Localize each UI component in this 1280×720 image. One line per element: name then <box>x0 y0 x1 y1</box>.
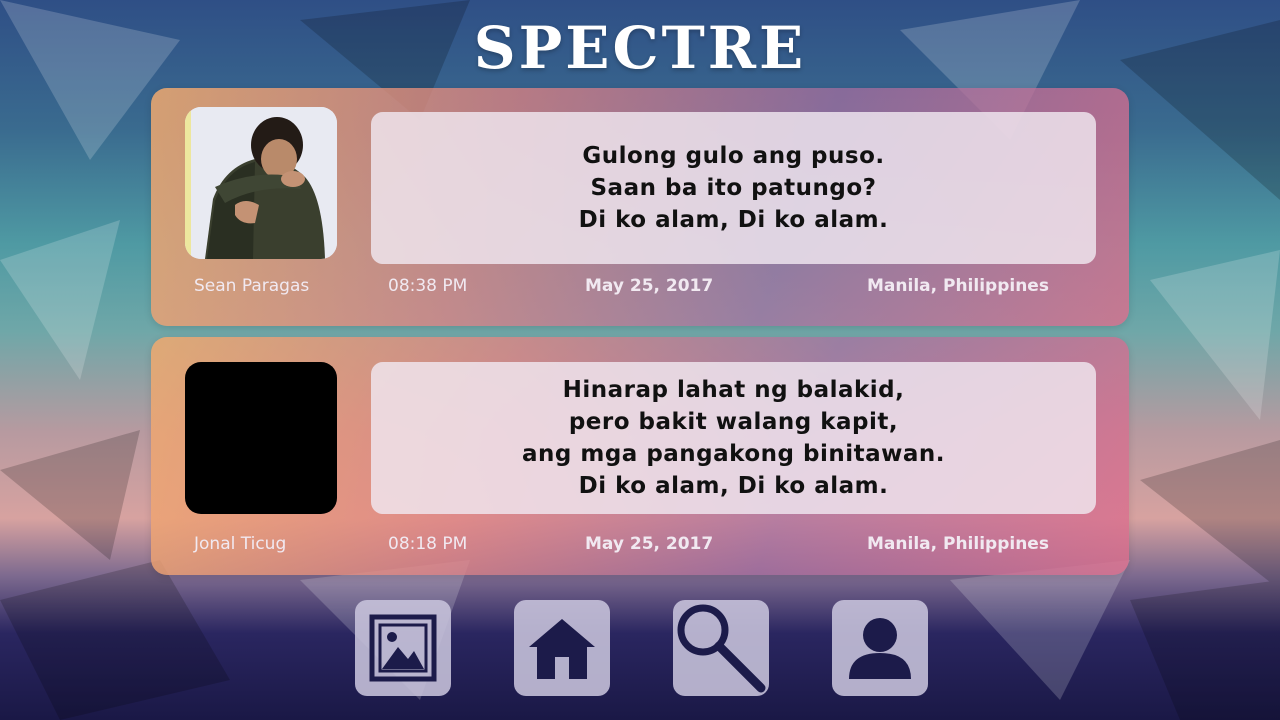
home-button[interactable] <box>514 600 610 696</box>
message-line: Di ko alam, Di ko alam. <box>578 207 889 233</box>
post-time: 08:18 PM <box>388 534 468 554</box>
message-line: Di ko alam, Di ko alam. <box>578 473 889 499</box>
message-line: pero bakit walang kapit, <box>568 409 899 435</box>
post-author[interactable]: Sean Paragas <box>194 276 309 296</box>
bottom-nav <box>0 600 1280 696</box>
post-date: May 25, 2017 <box>585 276 714 296</box>
avatar-photo-image <box>185 107 337 259</box>
app-title: SPECTRE <box>473 14 807 82</box>
home-icon <box>529 619 595 679</box>
message-bubble: Hinarap lahat ng balakid, pero bakit wal… <box>371 362 1096 514</box>
post-time: 08:38 PM <box>388 276 468 296</box>
message-line: Hinarap lahat ng balakid, <box>562 377 905 403</box>
post-card[interactable]: Gulong gulo ang puso. Saan ba ito patung… <box>151 88 1129 326</box>
search-icon <box>677 604 766 693</box>
post-card[interactable]: Hinarap lahat ng balakid, pero bakit wal… <box>151 337 1129 575</box>
image-gallery-icon <box>369 614 437 682</box>
post-location: Manila, Philippines <box>867 534 1049 554</box>
avatar[interactable] <box>185 107 337 259</box>
profile-icon <box>849 618 911 679</box>
message-line: Gulong gulo ang puso. <box>582 143 885 169</box>
post-location: Manila, Philippines <box>867 276 1049 296</box>
profile-button[interactable] <box>832 600 928 696</box>
message-bubble: Gulong gulo ang puso. Saan ba ito patung… <box>371 112 1096 264</box>
post-date: May 25, 2017 <box>585 534 714 554</box>
message-text: Hinarap lahat ng balakid, pero bakit wal… <box>522 374 945 502</box>
search-button[interactable] <box>673 600 769 696</box>
avatar[interactable] <box>185 362 337 514</box>
post-author[interactable]: Jonal Ticug <box>194 534 286 554</box>
message-line: Saan ba ito patungo? <box>590 175 877 201</box>
message-text: Gulong gulo ang puso. Saan ba ito patung… <box>579 140 889 236</box>
message-line: ang mga pangakong binitawan. <box>522 441 945 467</box>
gallery-button[interactable] <box>355 600 451 696</box>
